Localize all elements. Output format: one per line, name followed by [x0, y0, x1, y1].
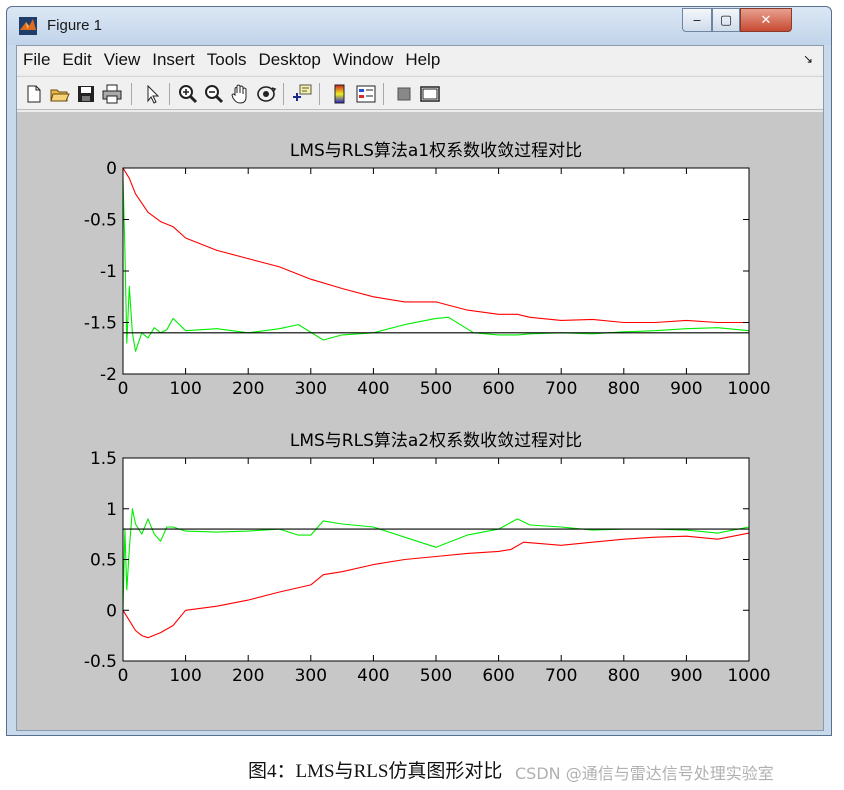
x-tick-label: 900	[670, 666, 702, 686]
x-tick-label: 200	[232, 379, 264, 399]
menu-tools[interactable]: Tools	[207, 50, 247, 70]
edit-plot-arrow-icon[interactable]	[141, 83, 163, 105]
x-tick-label: 200	[232, 666, 264, 686]
toolbar-separator	[131, 83, 132, 105]
window-title: Figure 1	[47, 17, 103, 34]
x-tick-label: 100	[169, 666, 201, 686]
show-plot-tools-icon[interactable]	[419, 83, 441, 105]
x-tick-label: 800	[608, 666, 640, 686]
legend-icon[interactable]	[355, 83, 377, 105]
toolbar-separator	[319, 83, 320, 105]
figure-toolbar	[17, 76, 823, 110]
matlab-logo-icon	[19, 17, 37, 35]
plots-svg: 0 100 200 300 400 500 600 700 800 900 10000-0.5-1-…	[84, 141, 771, 686]
x-tick-label: 1000	[727, 379, 770, 399]
x-tick-label: 600	[482, 379, 514, 399]
chart-title-1: LMS与RLS算法a1权系数收敛过程对比	[290, 141, 582, 161]
toolbar-separator	[383, 83, 384, 105]
menu-view[interactable]: View	[104, 50, 141, 70]
print-icon[interactable]	[101, 83, 123, 105]
x-tick-label: 1000	[727, 666, 770, 686]
x-tick-label: 300	[295, 666, 327, 686]
x-tick-label: 800	[608, 379, 640, 399]
toolbar-separator	[169, 83, 170, 105]
axes-background-1	[123, 168, 749, 374]
title-bar[interactable]: Figure 1 ‒ ▢ ✕	[7, 7, 831, 45]
window-client-area: File Edit View Insert Tools Desktop Wind…	[16, 45, 824, 731]
watermark: CSDN @通信与雷达信号处理实验室	[515, 764, 774, 783]
colorbar-icon[interactable]	[329, 83, 351, 105]
menu-file[interactable]: File	[23, 50, 50, 70]
y-tick-label: 0	[106, 159, 117, 179]
new-figure-icon[interactable]	[23, 83, 45, 105]
menu-bar: File Edit View Insert Tools Desktop Wind…	[17, 46, 823, 74]
x-tick-label: 0	[118, 379, 129, 399]
y-tick-label: 1.5	[90, 449, 117, 469]
y-tick-label: 0	[106, 601, 117, 621]
x-tick-label: 700	[545, 379, 577, 399]
x-tick-label: 900	[670, 379, 702, 399]
y-tick-label: -1.5	[84, 314, 117, 334]
zoom-out-icon[interactable]	[203, 83, 225, 105]
y-tick-label: 1	[106, 500, 117, 520]
menu-insert[interactable]: Insert	[152, 50, 195, 70]
menu-window[interactable]: Window	[333, 50, 393, 70]
figure-canvas[interactable]: 0 100 200 300 400 500 600 700 800 900 1000 0 -0.5 -1-…	[17, 112, 823, 730]
pan-hand-icon[interactable]	[229, 83, 251, 105]
x-tick-label: 700	[545, 666, 577, 686]
y-tick-label: 0.5	[90, 551, 117, 571]
zoom-in-icon[interactable]	[177, 83, 199, 105]
x-tick-label: 400	[357, 379, 389, 399]
toolbar-separator	[283, 83, 284, 105]
rotate-3d-icon[interactable]	[255, 83, 277, 105]
x-tick-label: 300	[295, 379, 327, 399]
x-tick-label: 600	[482, 666, 514, 686]
figure-window: Figure 1 ‒ ▢ ✕ File Edit View Insert Too…	[6, 6, 832, 736]
y-tick-label: -1	[100, 262, 117, 282]
figure-caption: 图4：LMS与RLS仿真图形对比	[248, 761, 503, 782]
y-tick-label: -0.5	[84, 211, 117, 231]
x-tick-label: 500	[420, 666, 452, 686]
y-tick-label: -0.5	[84, 652, 117, 672]
close-button[interactable]: ✕	[740, 8, 792, 32]
menu-overflow-icon[interactable]: ↘	[803, 52, 813, 66]
y-tick-label: -2	[100, 365, 117, 385]
x-tick-label: 100	[169, 379, 201, 399]
data-cursor-icon[interactable]	[291, 83, 313, 105]
x-tick-label: 400	[357, 666, 389, 686]
x-tick-label: 500	[420, 379, 452, 399]
menu-desktop[interactable]: Desktop	[258, 50, 320, 70]
x-tick-label: 0	[118, 666, 129, 686]
chart-title-2: LMS与RLS算法a2权系数收敛过程对比	[290, 431, 582, 451]
open-file-icon[interactable]	[49, 83, 71, 105]
menu-edit[interactable]: Edit	[62, 50, 91, 70]
axes-background-2	[123, 458, 749, 661]
hide-plot-tools-icon[interactable]	[393, 83, 415, 105]
save-icon[interactable]	[75, 83, 97, 105]
maximize-button[interactable]: ▢	[712, 8, 740, 32]
menu-help[interactable]: Help	[405, 50, 440, 70]
minimize-button[interactable]: ‒	[682, 8, 712, 32]
